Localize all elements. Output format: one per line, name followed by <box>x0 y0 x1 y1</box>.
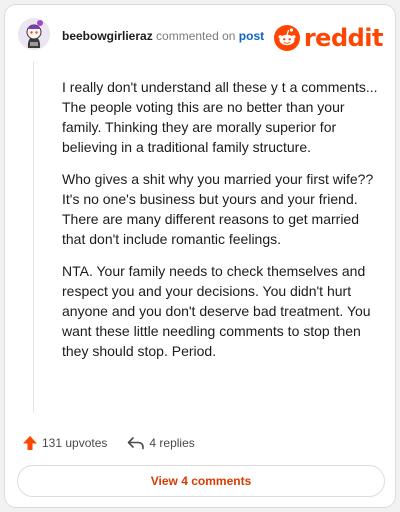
comment-meta: beebowgirlieraz commented on post <box>62 29 264 43</box>
comment-paragraph: I really don't understand all these y t … <box>62 79 378 155</box>
comment-body: I really don't understand all these y t … <box>62 77 382 373</box>
comment-paragraph: NTA. Your family needs to check themselv… <box>62 263 371 359</box>
user-avatar[interactable] <box>18 18 50 50</box>
replies-count: 4 replies <box>149 436 195 450</box>
replies-button[interactable]: 4 replies <box>127 435 195 451</box>
view-comments-button[interactable]: View 4 comments <box>17 465 385 497</box>
comment-header: beebowgirlieraz commented on post reddit <box>5 5 395 61</box>
reddit-logo[interactable]: reddit <box>273 23 384 53</box>
username-link[interactable]: beebowgirlieraz <box>62 29 153 43</box>
commented-on-text: commented on <box>156 29 236 43</box>
comment-card: beebowgirlieraz commented on post reddit… <box>4 4 396 508</box>
upvote-button[interactable]: 131 upvotes <box>22 435 107 451</box>
snoo-avatar-icon <box>18 18 50 50</box>
post-link[interactable]: post <box>239 29 264 43</box>
comment-actions: 131 upvotes 4 replies <box>22 433 195 453</box>
upvote-count: 131 upvotes <box>42 436 108 450</box>
reddit-wordmark: reddit <box>303 24 384 52</box>
comment-paragraph: Who gives a shit why you married your fi… <box>62 171 374 247</box>
reply-arrow-icon <box>128 437 145 450</box>
reddit-snoo-icon <box>273 25 300 51</box>
upvote-arrow-icon <box>23 436 37 450</box>
thread-line[interactable] <box>33 61 34 413</box>
